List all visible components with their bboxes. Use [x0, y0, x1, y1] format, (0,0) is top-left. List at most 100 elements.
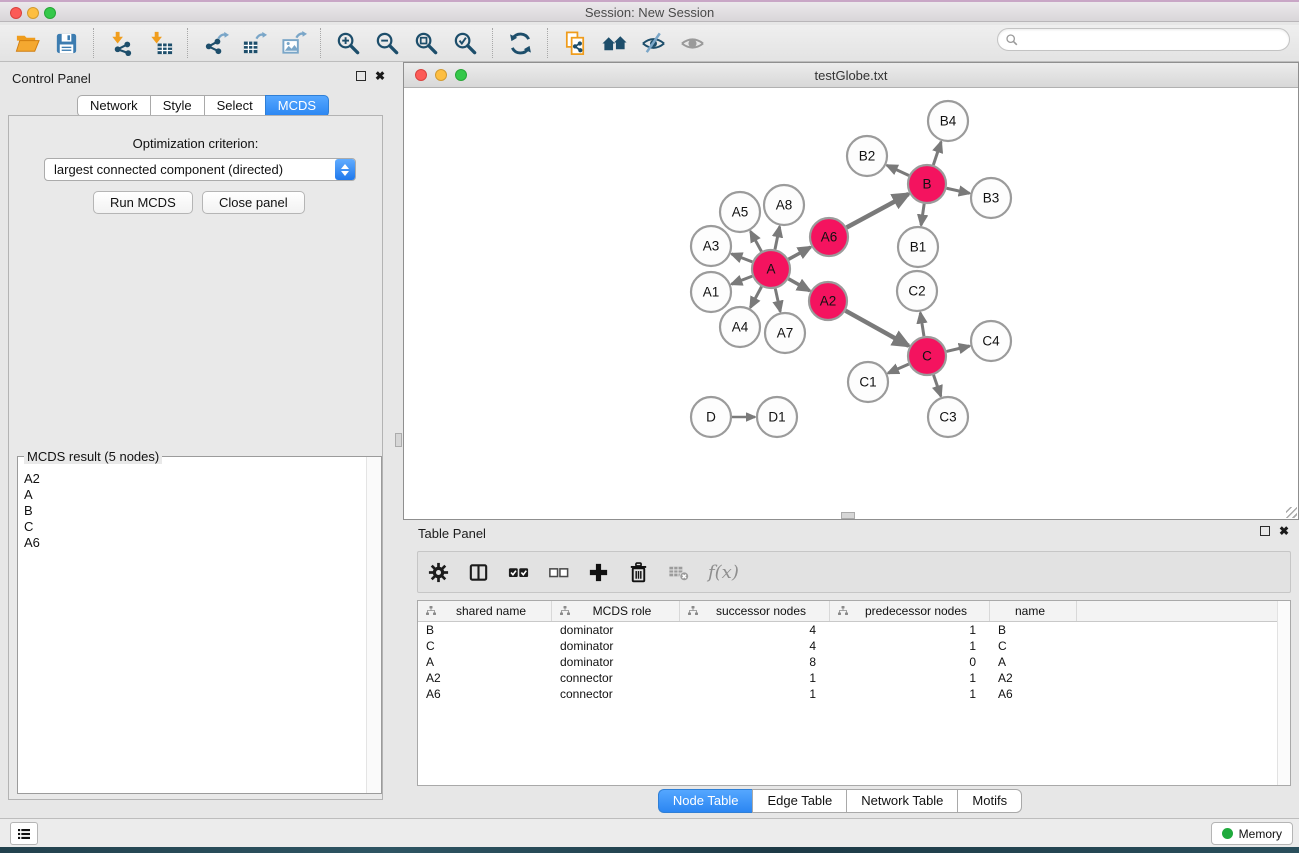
node-B1[interactable]: B1 — [898, 227, 938, 267]
cell[interactable]: dominator — [552, 622, 680, 638]
cell[interactable]: 1 — [830, 670, 990, 686]
vertical-splitter-handle[interactable] — [395, 433, 402, 447]
cell[interactable]: 1 — [680, 686, 830, 702]
select-all-checkboxes-icon[interactable] — [506, 560, 530, 584]
edge-B-B4[interactable] — [933, 142, 941, 165]
result-item[interactable]: B — [24, 503, 367, 519]
memory-button[interactable]: Memory — [1211, 822, 1293, 845]
open-session-icon[interactable] — [12, 29, 42, 57]
cell[interactable]: A2 — [418, 670, 552, 686]
tab-mcds[interactable]: MCDS — [265, 95, 329, 117]
node-B[interactable]: B — [908, 165, 946, 203]
edge-A-A1[interactable] — [732, 276, 753, 284]
cell[interactable]: 1 — [830, 638, 990, 654]
horizontal-splitter-handle[interactable] — [841, 512, 855, 519]
search-input[interactable] — [1019, 33, 1289, 47]
cell[interactable]: 1 — [830, 622, 990, 638]
cell[interactable]: 8 — [680, 654, 830, 670]
node-A[interactable]: A — [752, 250, 790, 288]
zoom-fit-icon[interactable] — [411, 29, 441, 57]
node-C2[interactable]: C2 — [897, 271, 937, 311]
edge-A-A7[interactable] — [775, 289, 780, 312]
first-neighbors-icon[interactable] — [560, 29, 590, 57]
table-float-panel-icon[interactable] — [1260, 526, 1270, 536]
cell[interactable]: A — [990, 654, 1077, 670]
edge-B-B1[interactable] — [921, 204, 924, 225]
import-network-icon[interactable] — [106, 29, 136, 57]
edge-A-A5[interactable] — [751, 231, 762, 251]
edge-A2-C[interactable] — [845, 311, 908, 346]
edge-A-A6[interactable] — [789, 247, 811, 259]
cell[interactable]: 0 — [830, 654, 990, 670]
add-column-icon[interactable] — [586, 560, 610, 584]
node-A5[interactable]: A5 — [720, 192, 760, 232]
column-header-successor-nodes[interactable]: successor nodes — [680, 601, 830, 621]
zoom-in-icon[interactable] — [333, 29, 363, 57]
node-B4[interactable]: B4 — [928, 101, 968, 141]
refresh-icon[interactable] — [505, 29, 535, 57]
edge-C-C3[interactable] — [934, 375, 941, 396]
delete-table-icon[interactable] — [666, 560, 690, 584]
zoom-selected-icon[interactable] — [450, 29, 480, 57]
search-field[interactable] — [997, 28, 1290, 51]
close-panel-icon[interactable]: ✖ — [375, 71, 385, 81]
save-session-icon[interactable] — [51, 29, 81, 57]
node-C3[interactable]: C3 — [928, 397, 968, 437]
node-B2[interactable]: B2 — [847, 136, 887, 176]
edge-A-A3[interactable] — [732, 254, 753, 262]
network-canvas[interactable]: B4B2BB3A8A5A6A3B1AC2A1A2A4A7C4CC1C3DD1 — [404, 88, 1298, 519]
edge-B-B3[interactable] — [947, 188, 970, 193]
tab-select[interactable]: Select — [204, 95, 265, 117]
result-item[interactable]: C — [24, 519, 367, 535]
show-all-icon[interactable] — [677, 29, 707, 57]
node-A3[interactable]: A3 — [691, 226, 731, 266]
cell[interactable]: 4 — [680, 622, 830, 638]
column-header-MCDS-role[interactable]: MCDS role — [552, 601, 680, 621]
cell[interactable]: 1 — [680, 670, 830, 686]
result-item[interactable]: A2 — [24, 471, 367, 487]
table-body[interactable]: Bdominator41BCdominator41CAdominator80AA… — [418, 622, 1290, 702]
result-item[interactable]: A6 — [24, 535, 367, 551]
edge-A-A8[interactable] — [775, 227, 780, 250]
tab-motifs[interactable]: Motifs — [957, 789, 1022, 813]
zoom-out-icon[interactable] — [372, 29, 402, 57]
cell[interactable]: A6 — [418, 686, 552, 702]
cell[interactable]: 4 — [680, 638, 830, 654]
deselect-all-checkboxes-icon[interactable] — [546, 560, 570, 584]
node-C1[interactable]: C1 — [848, 362, 888, 402]
result-item[interactable]: A — [24, 487, 367, 503]
node-table[interactable]: shared nameMCDS rolesuccessor nodesprede… — [417, 600, 1291, 786]
column-header-name[interactable]: name — [990, 601, 1077, 621]
table-close-panel-icon[interactable]: ✖ — [1279, 526, 1289, 536]
table-row[interactable]: Cdominator41C — [418, 638, 1290, 654]
table-row[interactable]: A2connector11A2 — [418, 670, 1290, 686]
table-row[interactable]: Bdominator41B — [418, 622, 1290, 638]
cell[interactable]: dominator — [552, 654, 680, 670]
criterion-dropdown[interactable]: largest connected component (directed) — [44, 158, 356, 181]
edge-B-B2[interactable] — [887, 165, 909, 175]
tab-node-table[interactable]: Node Table — [658, 789, 753, 813]
cell[interactable]: C — [990, 638, 1077, 654]
function-builder-icon[interactable]: f(x) — [708, 562, 739, 583]
edge-A6-B[interactable] — [847, 194, 909, 227]
hide-selected-icon[interactable] — [638, 29, 668, 57]
export-network-icon[interactable] — [200, 29, 230, 57]
node-D[interactable]: D — [691, 397, 731, 437]
tab-style[interactable]: Style — [150, 95, 204, 117]
cell[interactable]: C — [418, 638, 552, 654]
node-C[interactable]: C — [908, 337, 946, 375]
export-table-icon[interactable] — [239, 29, 269, 57]
task-history-button[interactable] — [10, 822, 38, 845]
cell[interactable]: dominator — [552, 638, 680, 654]
gear-icon[interactable] — [426, 560, 450, 584]
table-header-row[interactable]: shared nameMCDS rolesuccessor nodesprede… — [418, 601, 1290, 622]
column-header-shared-name[interactable]: shared name — [418, 601, 552, 621]
node-A4[interactable]: A4 — [720, 307, 760, 347]
home-icon[interactable] — [599, 29, 629, 57]
float-panel-icon[interactable] — [356, 71, 366, 81]
table-row[interactable]: A6connector11A6 — [418, 686, 1290, 702]
run-mcds-button[interactable]: Run MCDS — [93, 191, 193, 214]
result-scrollbar[interactable] — [366, 457, 381, 793]
node-A7[interactable]: A7 — [765, 313, 805, 353]
node-D1[interactable]: D1 — [757, 397, 797, 437]
